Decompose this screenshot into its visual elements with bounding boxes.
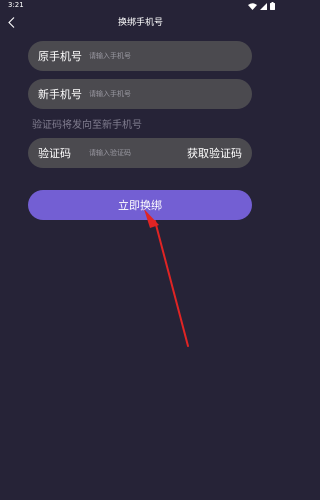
arrow-line [154,220,189,347]
arrow-head [144,209,159,228]
red-arrow-annotation [144,209,189,347]
